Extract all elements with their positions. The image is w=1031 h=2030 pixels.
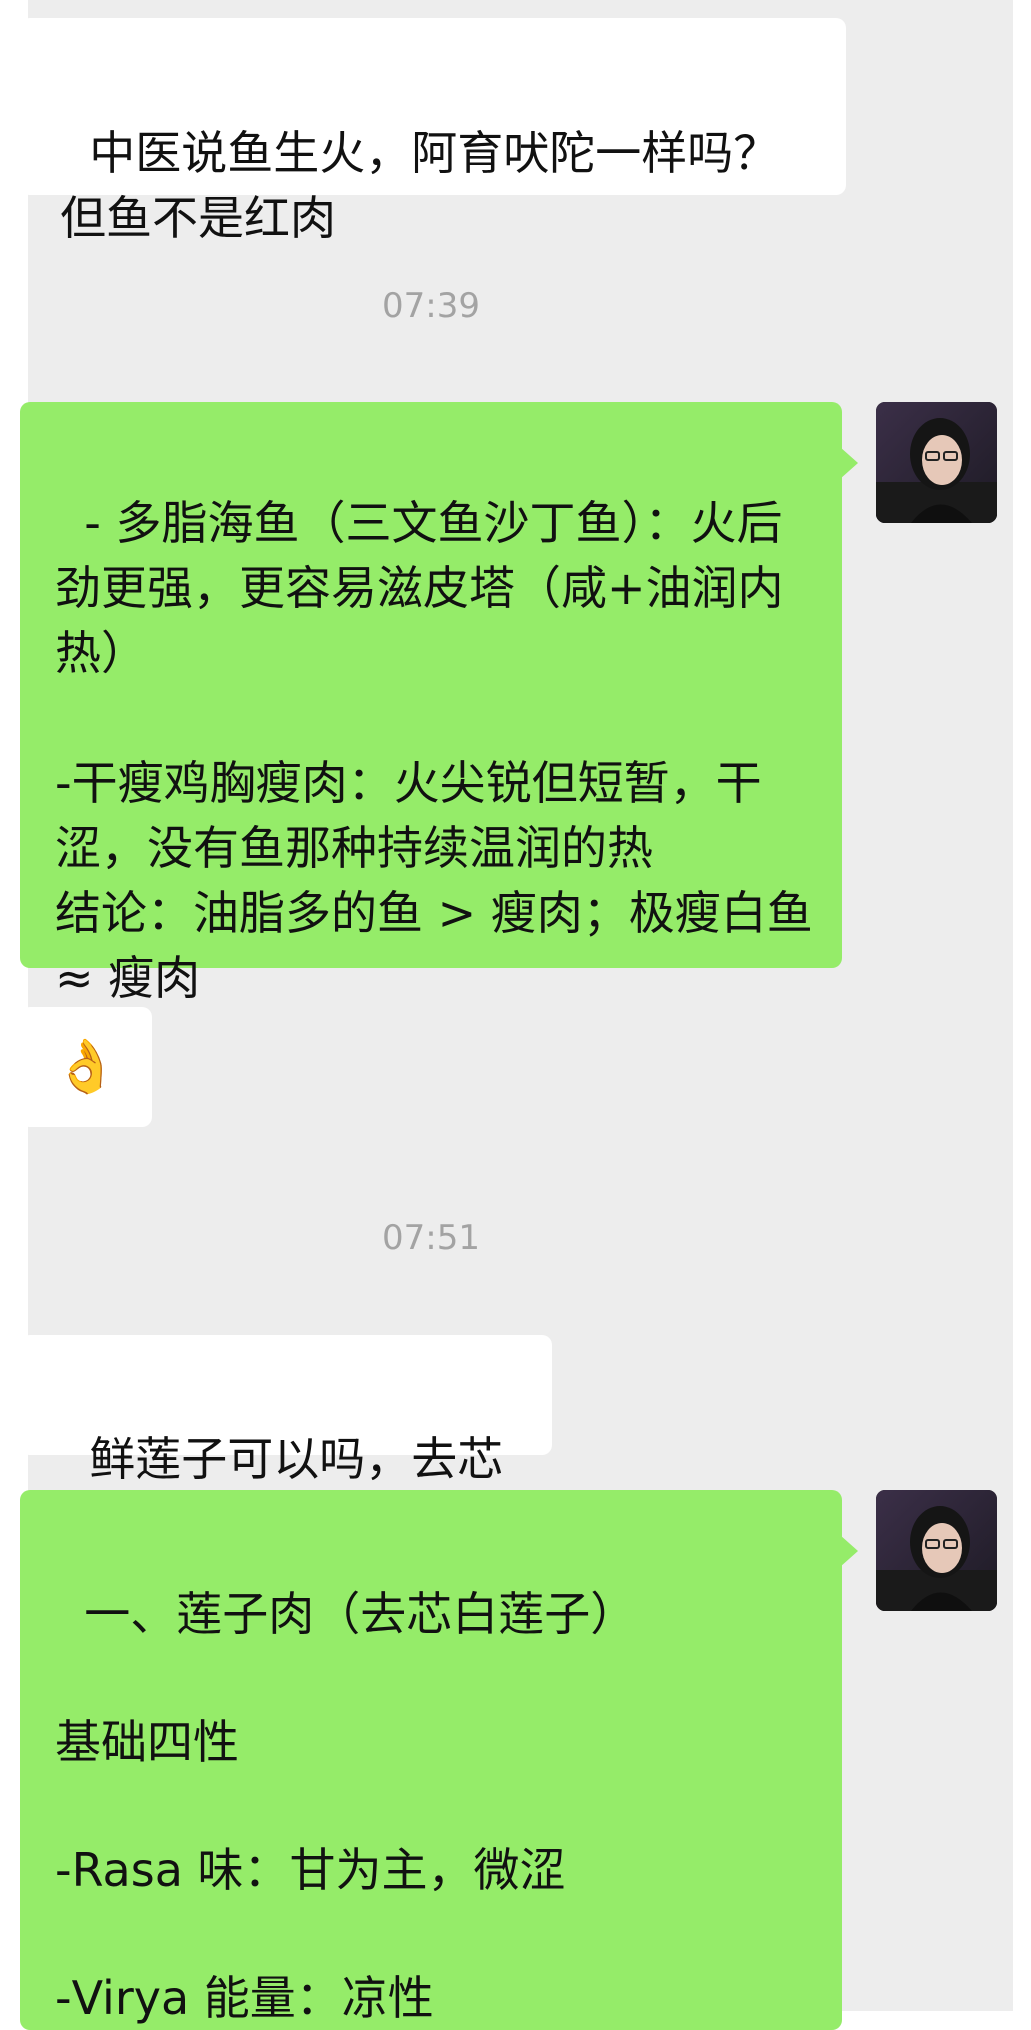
timestamp: 07:39 — [382, 286, 480, 326]
ok-hand-icon: 👌 — [53, 1037, 119, 1097]
message-text: 一、莲子肉（去芯白莲子） 基础四性 -Rasa 味：甘为主，微涩 -Virya … — [55, 1587, 637, 2025]
incoming-message-bubble[interactable]: 中医说鱼生火，阿育吠陀一样吗？ 但鱼不是红肉 — [20, 18, 846, 245]
message-text: 鲜莲子可以吗，去芯 — [89, 1432, 504, 1486]
incoming-message-bubble[interactable]: 鲜莲子可以吗，去芯 — [20, 1335, 552, 1486]
outgoing-message-bubble[interactable]: 一、莲子肉（去芯白莲子） 基础四性 -Rasa 味：甘为主，微涩 -Virya … — [20, 1490, 858, 2030]
message-text: - 多脂海鱼（三文鱼沙丁鱼）：火后劲更强，更容易滋皮塔（咸+油润内热） -干瘦鸡… — [55, 496, 813, 1005]
user-avatar-icon[interactable] — [876, 1490, 997, 1611]
timestamp: 07:51 — [382, 1218, 480, 1258]
incoming-emoji-bubble[interactable]: 👌 — [20, 1007, 152, 1127]
outgoing-message-bubble[interactable]: - 多脂海鱼（三文鱼沙丁鱼）：火后劲更强，更容易滋皮塔（咸+油润内热） -干瘦鸡… — [20, 402, 858, 1005]
user-avatar-icon[interactable] — [876, 402, 997, 523]
